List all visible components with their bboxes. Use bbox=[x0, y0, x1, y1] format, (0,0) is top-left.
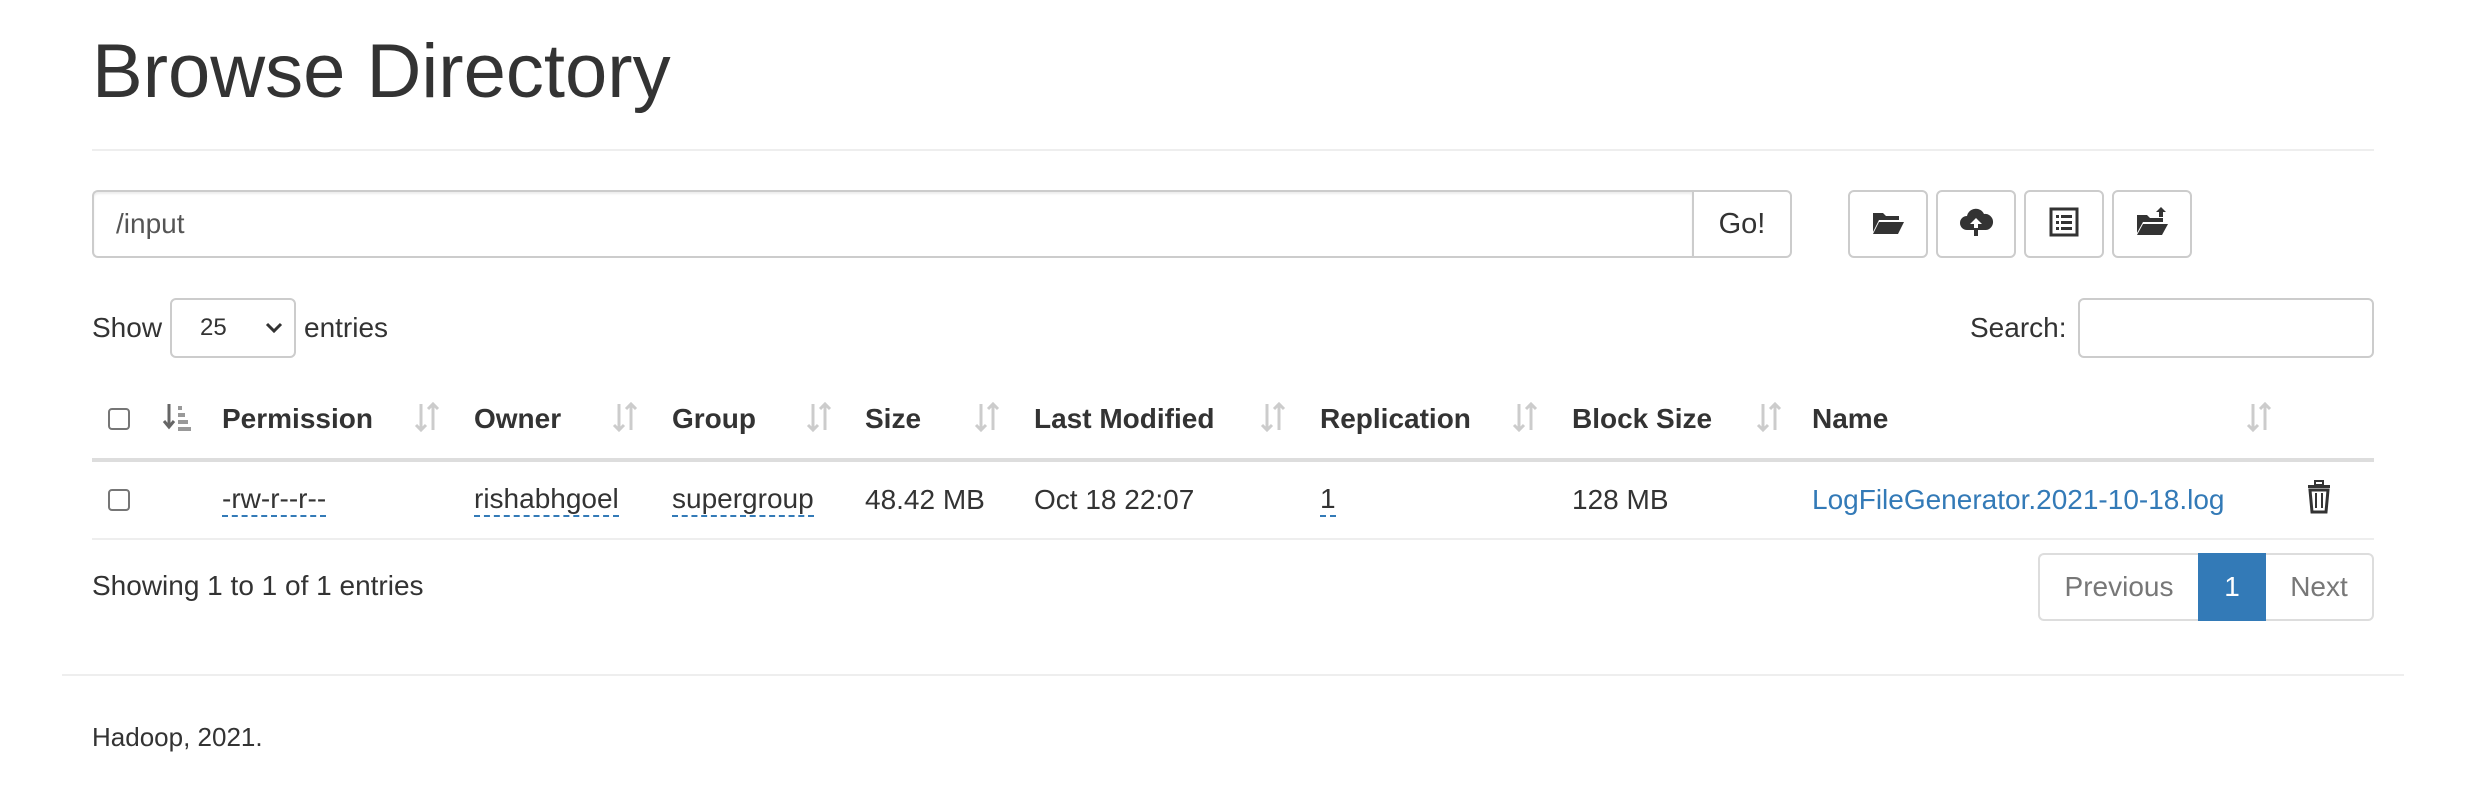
replication-value[interactable]: 1 bbox=[1320, 483, 1336, 517]
search-label: Search: bbox=[1970, 312, 2067, 343]
directory-path-input[interactable] bbox=[92, 190, 1692, 258]
list-alt-icon bbox=[2046, 204, 2082, 245]
directory-table: Permission Owner Group Size Last Modifie… bbox=[92, 380, 2374, 540]
column-header-group[interactable]: Group bbox=[672, 380, 756, 458]
paste-files-button[interactable] bbox=[2112, 190, 2192, 258]
table-row: -rw-r--r-- rishabhgoel supergroup 48.42 … bbox=[92, 462, 2374, 540]
path-input-group: Go! bbox=[92, 190, 1792, 258]
chevron-down-icon bbox=[264, 316, 284, 336]
permission-value[interactable]: -rw-r--r-- bbox=[222, 483, 327, 517]
cloud-upload-icon bbox=[1958, 204, 1994, 245]
pagination: Previous 1 Next bbox=[2038, 553, 2374, 621]
sort-ascending-icon[interactable] bbox=[162, 400, 192, 434]
sort-icon[interactable] bbox=[972, 400, 1002, 434]
column-header-owner[interactable]: Owner bbox=[474, 380, 561, 458]
directory-toolbar bbox=[1848, 190, 2200, 258]
entries-select-value: 25 bbox=[200, 314, 227, 341]
sort-icon[interactable] bbox=[1258, 400, 1288, 434]
replication-cell: 1 bbox=[1320, 462, 1336, 538]
name-cell: LogFileGenerator.2021-10-18.log bbox=[1812, 462, 2225, 538]
footer-text: Hadoop, 2021. bbox=[92, 722, 263, 752]
folder-upload-icon bbox=[2134, 204, 2170, 245]
last-modified-cell: Oct 18 22:07 bbox=[1034, 484, 1195, 515]
group-cell: supergroup bbox=[672, 462, 814, 538]
previous-page-button[interactable]: Previous bbox=[2038, 553, 2198, 621]
file-name-link[interactable]: LogFileGenerator.2021-10-18.log bbox=[1812, 484, 2225, 516]
table-info: Showing 1 to 1 of 1 entries bbox=[92, 570, 424, 601]
current-page-button[interactable]: 1 bbox=[2198, 553, 2266, 621]
permission-cell: -rw-r--r-- bbox=[222, 462, 327, 538]
column-header-block-size[interactable]: Block Size bbox=[1572, 380, 1712, 458]
column-header-name[interactable]: Name bbox=[1812, 380, 1888, 458]
row-select-cell bbox=[108, 462, 130, 538]
column-header-replication[interactable]: Replication bbox=[1320, 380, 1471, 458]
table-header: Permission Owner Group Size Last Modifie… bbox=[92, 380, 2374, 462]
show-label: Show bbox=[92, 312, 163, 343]
page-title: Browse Directory bbox=[92, 29, 671, 114]
entries-label: entries bbox=[304, 312, 389, 343]
select-all-checkbox[interactable] bbox=[108, 408, 130, 430]
column-header-permission[interactable]: Permission bbox=[222, 380, 373, 458]
sort-icon[interactable] bbox=[1754, 400, 1784, 434]
sort-icon[interactable] bbox=[412, 400, 442, 434]
create-directory-button[interactable] bbox=[1848, 190, 1928, 258]
sort-icon[interactable] bbox=[2244, 400, 2274, 434]
search-input[interactable] bbox=[2078, 298, 2374, 358]
next-page-button[interactable]: Next bbox=[2266, 553, 2374, 621]
owner-value[interactable]: rishabhgoel bbox=[474, 483, 619, 517]
footer-divider bbox=[62, 674, 2404, 676]
group-value[interactable]: supergroup bbox=[672, 483, 814, 517]
row-checkbox[interactable] bbox=[108, 489, 130, 511]
sort-icon[interactable] bbox=[804, 400, 834, 434]
delete-cell bbox=[2304, 462, 2334, 538]
folder-open-icon bbox=[1870, 204, 1906, 245]
upload-file-button[interactable] bbox=[1936, 190, 2016, 258]
column-header-last-modified[interactable]: Last Modified bbox=[1034, 380, 1214, 458]
entries-per-page-select[interactable]: 25 bbox=[170, 298, 296, 358]
owner-cell: rishabhgoel bbox=[474, 462, 619, 538]
select-all-cell bbox=[108, 380, 130, 458]
sort-icon[interactable] bbox=[610, 400, 640, 434]
trash-icon[interactable] bbox=[2304, 479, 2334, 521]
title-divider bbox=[92, 149, 2374, 151]
column-header-size[interactable]: Size bbox=[865, 380, 921, 458]
block-size-cell: 128 MB bbox=[1572, 484, 1669, 515]
go-button[interactable]: Go! bbox=[1692, 190, 1792, 258]
sort-icon[interactable] bbox=[1510, 400, 1540, 434]
size-cell: 48.42 MB bbox=[865, 484, 985, 515]
cut-paste-button[interactable] bbox=[2024, 190, 2104, 258]
